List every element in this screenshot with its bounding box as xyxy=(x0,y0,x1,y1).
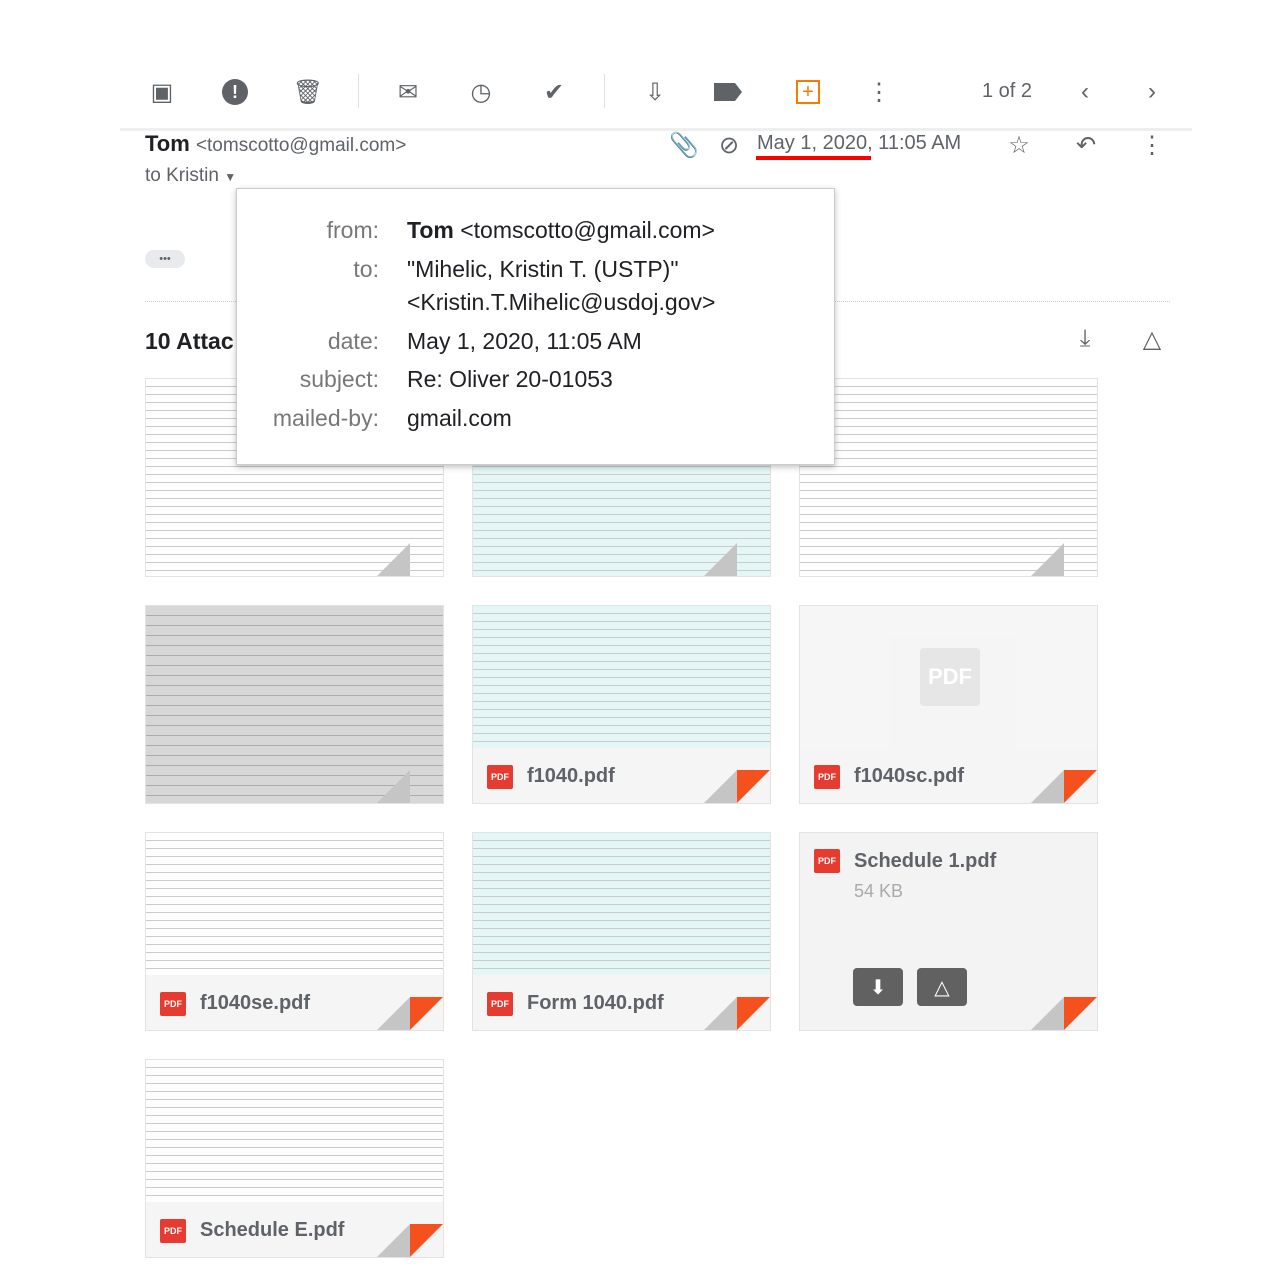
add-to-tasks-icon[interactable]: ✔ xyxy=(540,78,568,106)
pagination-count: 1 of 2 xyxy=(982,80,1033,102)
hidden-images-icon: ⊘ xyxy=(718,131,740,159)
date-value: May 1, 2020, 11:05 AM xyxy=(407,328,642,354)
recipient-toggle[interactable]: to Kristin ▼ xyxy=(145,165,236,187)
attachment-preview: PDF xyxy=(800,606,1097,748)
attachment-name: Schedule 1.pdf xyxy=(854,849,997,872)
attachment-preview xyxy=(146,1060,443,1202)
reply-icon[interactable]: ↶ xyxy=(1072,131,1100,159)
label-icon[interactable] xyxy=(714,78,742,106)
report-spam-icon[interactable]: ! xyxy=(221,78,249,106)
mailed-by-label: mailed-by: xyxy=(272,405,379,431)
pdf-icon: PDF xyxy=(487,991,513,1016)
attachment-name: f1040.pdf xyxy=(527,765,615,787)
attachment-name: f1040se.pdf xyxy=(200,992,311,1014)
attachment-preview xyxy=(146,833,443,975)
delete-icon[interactable]: 🗑 xyxy=(293,78,323,106)
mark-unread-icon[interactable]: ✉ xyxy=(394,78,422,106)
pdf-icon: PDF xyxy=(814,849,840,873)
pdf-placeholder-icon: PDF xyxy=(920,648,980,706)
move-to-icon[interactable]: ⇩ xyxy=(641,78,669,106)
download-all-icon[interactable]: ⤓ xyxy=(1071,325,1099,353)
snooze-icon[interactable]: ◷ xyxy=(467,78,495,106)
attachment-card[interactable] xyxy=(145,605,444,804)
divider xyxy=(358,74,359,108)
drive-add-icon: △ xyxy=(934,976,950,999)
recipient-summary: to Kristin xyxy=(145,165,219,186)
attachment-card-schedule-1[interactable]: PDF Schedule 1.pdf 54 KB ⬇ △ xyxy=(799,832,1098,1031)
attachment-card-f1040sc[interactable]: PDF PDF f1040sc.pdf xyxy=(799,605,1098,804)
chevron-left-icon[interactable]: ‹ xyxy=(1071,78,1099,106)
attachment-name: Form 1040.pdf xyxy=(527,992,664,1014)
to-value-name: "Mihelic, Kristin T. (USTP)" xyxy=(407,256,679,282)
archive-icon[interactable]: ▣ xyxy=(148,78,176,106)
attachment-name: Schedule E.pdf xyxy=(200,1219,345,1241)
subject-value: Re: Oliver 20-01053 xyxy=(407,366,613,392)
divider xyxy=(604,74,605,108)
sender: Tom <tomscotto@gmail.com> xyxy=(145,131,406,157)
message-date[interactable]: May 1, 2020, 11:05 AM xyxy=(757,132,961,155)
details-popup: from: Tom <tomscotto@gmail.com> to: "Mih… xyxy=(236,188,835,465)
addon-icon[interactable]: + xyxy=(794,78,822,106)
pdf-icon: PDF xyxy=(487,764,513,789)
attachments-heading: 10 Attac xyxy=(145,328,234,354)
save-to-drive-button[interactable]: △ xyxy=(917,968,967,1006)
subject-label: subject: xyxy=(299,366,379,392)
pdf-icon: PDF xyxy=(160,991,186,1016)
from-label: from: xyxy=(326,217,379,243)
attachment-card[interactable] xyxy=(799,378,1098,577)
attachment-card-form-1040[interactable]: PDF Form 1040.pdf xyxy=(472,832,771,1031)
pdf-icon: PDF xyxy=(160,1218,186,1243)
sender-email: <tomscotto@gmail.com> xyxy=(195,135,407,156)
more-options-icon[interactable]: ⋮ xyxy=(1138,131,1166,159)
attachment-card-f1040se[interactable]: PDF f1040se.pdf xyxy=(145,832,444,1031)
mailed-by-value: gmail.com xyxy=(407,405,512,431)
attachment-card-f1040[interactable]: PDF f1040.pdf xyxy=(472,605,771,804)
download-button[interactable]: ⬇ xyxy=(853,968,903,1006)
to-label: to: xyxy=(353,256,379,282)
sender-name: Tom xyxy=(145,131,190,156)
show-trimmed-button[interactable]: ••• xyxy=(145,250,185,268)
save-to-drive-icon[interactable]: △ xyxy=(1138,325,1166,353)
to-value-email: <Kristin.T.Mihelic@usdoj.gov> xyxy=(407,289,716,315)
chevron-right-icon[interactable]: › xyxy=(1138,78,1166,106)
date-underline-annotation xyxy=(756,156,871,160)
attachment-preview xyxy=(473,606,770,748)
more-icon[interactable]: ⋮ xyxy=(865,78,893,106)
date-label: date: xyxy=(327,328,379,354)
from-value: Tom <tomscotto@gmail.com> xyxy=(407,217,715,243)
attachment-card-schedule-e[interactable]: PDF Schedule E.pdf xyxy=(145,1059,444,1258)
star-icon[interactable]: ☆ xyxy=(1005,131,1033,159)
attachment-name: f1040sc.pdf xyxy=(854,765,965,787)
attachment-icon: 📎 xyxy=(669,131,699,159)
attachment-size: 54 KB xyxy=(854,881,904,901)
caret-down-icon: ▼ xyxy=(224,170,237,184)
pdf-icon: PDF xyxy=(814,764,840,789)
attachment-preview xyxy=(473,833,770,975)
download-icon: ⬇ xyxy=(869,976,887,999)
